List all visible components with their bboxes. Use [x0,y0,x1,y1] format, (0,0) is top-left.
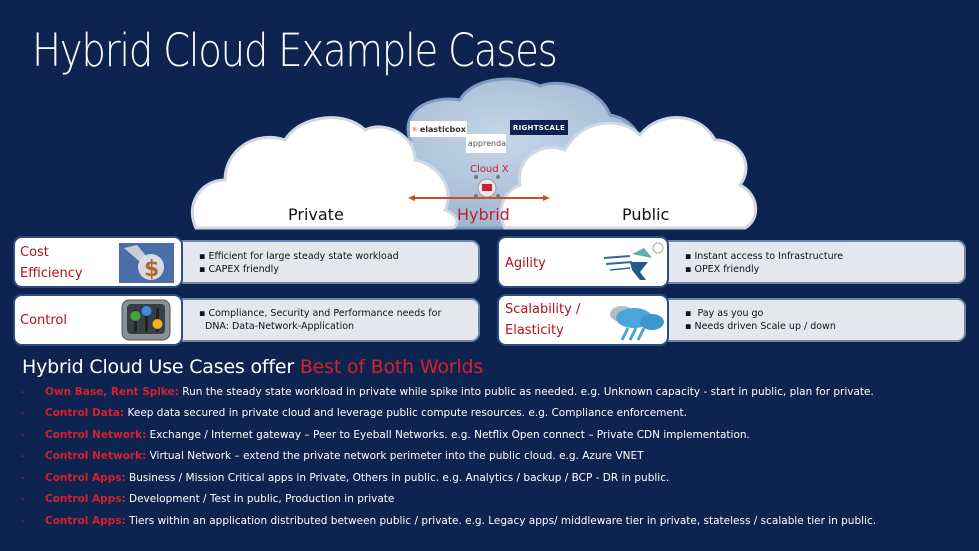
use-case-text: Control Apps: Business / Mission Critica… [45,472,669,484]
use-case-text: Control Apps: Development / Test in publ… [45,493,394,505]
bullet-text: Needs driven Scale up / down [694,320,836,332]
elasticbox-logo-text: elasticbox [419,124,466,134]
bullet-text: Compliance, Security and Performance nee… [208,308,442,319]
dash-bullet: - [21,386,25,398]
bullet-text: Pay as you go [697,308,764,319]
control-sliders-icon [121,299,171,341]
use-case-key: Own Base, Rent Spike: [45,386,179,398]
bullet-item: ▪ Instant access to Infrastructure [685,251,844,262]
use-case-text: Control Apps: Tiers within an applicatio… [45,515,876,527]
bullet-text: OPEX friendly [694,263,760,275]
apprenda-logo: apprenda [466,134,506,153]
benefit-label-line: Scalability / [505,302,581,317]
use-case-text: Control Network: Exchange / Internet gat… [45,429,750,441]
cloud-x-label: Cloud X [470,164,509,175]
benefit-bullets: ▪ Compliance, Security and Performance n… [199,308,441,333]
bullet-item: ▪ CAPEX friendly [199,263,279,275]
use-case-desc: Exchange / Internet gateway – Peer to Ey… [146,429,750,441]
use-cases-heading: Hybrid Cloud Use Cases offer Best of Bot… [22,356,483,378]
use-case-text: Control Data: Keep data secured in priva… [45,407,687,419]
runner-icon [603,242,664,280]
benefit-label-line: Elasticity [505,323,564,338]
benefit-label-line: Agility [505,256,546,271]
benefit-label-line: Control [20,313,67,328]
use-case-desc: Keep data secured in private cloud and l… [124,407,687,419]
private-label: Private [288,205,344,224]
use-case-desc: Tiers within an application distributed … [125,515,877,527]
use-case-key: Control Apps: [45,472,126,484]
public-label: Public [622,205,670,224]
bullet-text: DNA: Data-Network-Application [205,320,355,332]
benefit-bullets: ▪ Pay as you go ▪ Needs driven Scale up … [685,308,836,333]
dash-bullet: - [21,493,25,505]
use-case-key: Control Data: [45,407,125,419]
use-case-text: Own Base, Rent Spike: Run the steady sta… [45,386,874,398]
use-case-desc: Run the steady state workload in private… [178,386,874,398]
svg-text:$: $ [144,257,159,282]
bullet-item: ▪ OPEX friendly [685,263,760,275]
bullet-item: ▪ Pay as you go [685,308,764,319]
hybrid-label: Hybrid [457,205,510,224]
use-case-desc: Business / Mission Critical apps in Priv… [125,472,670,484]
benefit-bullets: ▪ Efficient for large steady state workl… [199,251,399,276]
use-case-desc: Development / Test in public, Production… [125,493,395,505]
elasticbox-logo: ✳ elasticbox [410,121,467,137]
benefit-label-line: Efficiency [20,266,83,281]
bullet-text: CAPEX friendly [208,263,279,275]
benefit-label: Cost Efficiency [20,242,83,284]
benefit-label: Control [20,310,67,331]
dash-bullet: - [21,407,25,419]
use-case-desc: Virtual Network – extend the private net… [146,450,644,462]
dash-bullet: - [21,515,25,527]
use-case-key: Control Apps: [45,515,126,527]
bullet-item: ▪ Efficient for large steady state workl… [199,251,399,262]
benefit-bullets: ▪ Instant access to Infrastructure ▪ OPE… [685,251,843,276]
bullet-item: ▪ Needs driven Scale up / down [685,320,836,332]
dash-bullet: - [21,450,25,462]
heading-prefix: Hybrid Cloud Use Cases offer [22,356,300,378]
apprenda-logo-text: apprenda [467,139,507,148]
cloud-rain-icon [610,306,664,341]
heading-highlight: Best of Both Worlds [299,356,484,378]
dollar-wrench-icon: $ [119,243,174,283]
use-case-key: Control Network: [45,429,147,441]
cloud-diagram [190,77,758,230]
benefit-label: Scalability / Elasticity [505,299,580,341]
use-case-key: Control Network: [45,450,147,462]
use-case-text: Control Network: Virtual Network – exten… [45,450,644,462]
dash-bullet: - [21,429,25,441]
bullet-item: DNA: Data-Network-Application [199,321,441,334]
bullet-item: ▪ Compliance, Security and Performance n… [199,308,442,319]
bullet-text: Efficient for large steady state workloa… [208,251,399,262]
benefit-label: Agility [505,253,546,274]
bullet-text: Instant access to Infrastructure [694,251,844,262]
benefit-label-line: Cost [20,245,49,260]
dash-bullet: - [21,472,25,484]
use-case-key: Control Apps: [45,493,126,505]
rightscale-logo: RIGHTSCALE [510,120,568,135]
